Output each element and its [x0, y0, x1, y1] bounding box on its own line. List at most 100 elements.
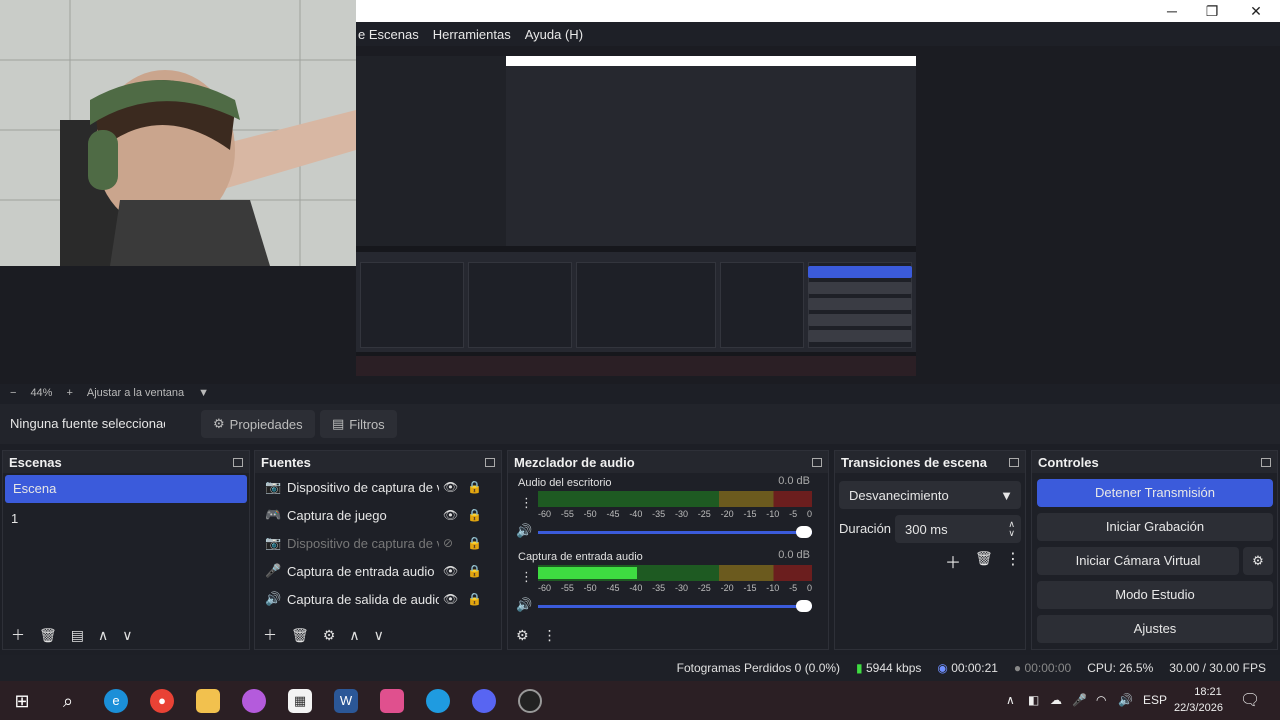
- trash-icon[interactable]: 🗑: [39, 627, 57, 644]
- volume-slider[interactable]: [538, 526, 812, 538]
- filters-button[interactable]: ▤ Filtros: [320, 410, 397, 438]
- trash-icon[interactable]: 🗑: [975, 550, 993, 567]
- gear-icon[interactable]: ⚙: [323, 627, 336, 644]
- fit-window-button[interactable]: Ajustar a la ventana: [87, 387, 184, 399]
- duration-input[interactable]: 300 ms ∧ ∨: [895, 515, 1021, 543]
- lock-icon[interactable]: 🔒: [467, 480, 482, 494]
- tick-label: -55: [560, 583, 574, 593]
- menu-help[interactable]: Ayuda (H): [525, 27, 583, 42]
- stop-stream-button[interactable]: Detener Transmisión: [1037, 479, 1273, 507]
- tick-label: -60: [538, 509, 552, 519]
- kebab-menu-icon[interactable]: ⋮: [1005, 549, 1021, 569]
- minimize-button[interactable]: ─: [1162, 2, 1182, 20]
- add-icon[interactable]: ＋: [945, 549, 961, 573]
- mixer-channel: Audio del escritorio 0.0 dB ⋮ -60 -55 -50-…: [508, 473, 828, 547]
- edge-icon[interactable]: e: [104, 689, 128, 713]
- close-button[interactable]: ✕: [1246, 2, 1266, 20]
- kebab-menu-icon[interactable]: ⋮: [520, 495, 533, 511]
- lock-icon[interactable]: 🔒: [467, 536, 482, 550]
- source-item[interactable]: 📷 Dispositivo de captura de v 👁 🔒: [255, 473, 501, 501]
- undock-icon[interactable]: [485, 457, 495, 467]
- chevron-down-icon[interactable]: ∨: [374, 627, 384, 644]
- studio-mode-button[interactable]: Modo Estudio: [1037, 581, 1273, 609]
- settings-button[interactable]: Ajustes: [1037, 615, 1273, 643]
- cloud-icon[interactable]: ☁: [1050, 693, 1062, 707]
- slider-knob[interactable]: [796, 526, 812, 538]
- wifi-icon[interactable]: ◠: [1096, 693, 1106, 707]
- source-item[interactable]: 📷 Dispositivo de captura de v ⊘ 🔒: [255, 529, 501, 557]
- source-item[interactable]: 🎮 Captura de juego 👁 🔒: [255, 501, 501, 529]
- scene-item[interactable]: Escena: [5, 475, 247, 503]
- start-recording-button[interactable]: Iniciar Grabación: [1037, 513, 1273, 541]
- sources-toolbar: ＋ 🗑 ⚙ ∧ ∨: [255, 621, 501, 649]
- filter-icon[interactable]: ▤: [71, 627, 84, 644]
- speaker-icon[interactable]: 🔊: [516, 523, 532, 539]
- maximize-button[interactable]: ❐: [1202, 2, 1222, 20]
- obs-icon[interactable]: [518, 689, 542, 713]
- zoom-out-button[interactable]: −: [10, 387, 16, 399]
- chevron-down-icon[interactable]: ▼: [198, 387, 209, 399]
- chevron-up-icon[interactable]: ∧: [98, 627, 108, 644]
- folder-icon[interactable]: [196, 689, 220, 713]
- volume-icon[interactable]: 🔊: [1118, 693, 1133, 707]
- kebab-menu-icon[interactable]: ⋮: [520, 569, 533, 585]
- chevron-up-icon[interactable]: ∧: [349, 627, 359, 644]
- scene-item[interactable]: 1: [3, 505, 249, 533]
- add-icon[interactable]: ＋: [11, 625, 25, 645]
- undock-icon[interactable]: [1261, 457, 1271, 467]
- add-icon[interactable]: ＋: [263, 625, 277, 645]
- eye-icon[interactable]: 👁: [443, 508, 458, 522]
- lock-icon[interactable]: 🔒: [467, 564, 482, 578]
- advanced-audio-icon[interactable]: ⚙: [516, 627, 529, 644]
- menu-tools[interactable]: Herramientas: [433, 27, 511, 42]
- menu-scenes[interactable]: e Escenas: [358, 27, 419, 42]
- speaker-icon[interactable]: 🔊: [516, 597, 532, 613]
- eye-slash-icon[interactable]: ⊘: [443, 536, 453, 550]
- tick-label: 0: [806, 583, 812, 593]
- zoom-in-button[interactable]: +: [66, 387, 72, 399]
- chevron-down-icon[interactable]: ∨: [122, 627, 132, 644]
- eye-icon[interactable]: 👁: [443, 592, 458, 606]
- volume-slider[interactable]: [538, 600, 812, 612]
- undock-icon[interactable]: [812, 457, 822, 467]
- microphone-icon[interactable]: 🎤: [1072, 693, 1087, 707]
- source-item[interactable]: 🎤 Captura de entrada audio 👁 🔒: [255, 557, 501, 585]
- virtual-camera-button[interactable]: Iniciar Cámara Virtual: [1037, 547, 1239, 575]
- gear-icon: ⚙: [213, 416, 225, 431]
- paint-icon[interactable]: [380, 689, 404, 713]
- store-icon[interactable]: ▦: [288, 689, 312, 713]
- copilot-icon[interactable]: [242, 689, 266, 713]
- app-icon[interactable]: [426, 689, 450, 713]
- undock-icon[interactable]: [1009, 457, 1019, 467]
- slider-knob[interactable]: [796, 600, 812, 612]
- properties-button[interactable]: ⚙ Propiedades: [201, 410, 315, 438]
- tick-label: 0: [806, 509, 812, 519]
- chrome-icon[interactable]: ●: [150, 689, 174, 713]
- mixer-title: Mezclador de audio: [514, 454, 635, 470]
- transition-value: Desvanecimiento: [849, 487, 949, 503]
- kebab-menu-icon[interactable]: ⋮: [543, 627, 557, 644]
- lock-icon[interactable]: 🔒: [467, 592, 482, 606]
- source-item[interactable]: 🔊 Captura de salida de audio 👁 🔒: [255, 585, 501, 613]
- virtual-camera-settings-button[interactable]: ⚙: [1243, 547, 1273, 575]
- mixer-channel: Captura de entrada audio 0.0 dB ⋮ -60 -55…: [508, 547, 828, 621]
- clock[interactable]: 18:21: [1188, 686, 1228, 698]
- clock-date: 22/3/2026: [1174, 702, 1223, 714]
- search-icon[interactable]: ⌕: [56, 689, 80, 713]
- tray-app-icon[interactable]: ◧: [1028, 693, 1039, 707]
- chevron-up-icon[interactable]: ∧: [1006, 693, 1015, 707]
- transition-select[interactable]: Desvanecimiento ▼: [839, 481, 1021, 509]
- eye-icon[interactable]: 👁: [443, 480, 458, 494]
- notification-icon[interactable]: 🗨: [1240, 690, 1260, 710]
- spinner-icon[interactable]: ∧ ∨: [1008, 520, 1015, 538]
- controls-dock: Controles Detener Transmisión Iniciar Gr…: [1031, 450, 1278, 650]
- language-indicator[interactable]: ESP: [1143, 693, 1167, 707]
- tick-label: -25: [697, 509, 711, 519]
- undock-icon[interactable]: [233, 457, 243, 467]
- discord-icon[interactable]: [472, 689, 496, 713]
- eye-icon[interactable]: 👁: [443, 564, 458, 578]
- trash-icon[interactable]: 🗑: [291, 627, 309, 644]
- word-icon[interactable]: W: [334, 689, 358, 713]
- windows-start-icon[interactable]: ⊞: [10, 689, 34, 713]
- lock-icon[interactable]: 🔒: [467, 508, 482, 522]
